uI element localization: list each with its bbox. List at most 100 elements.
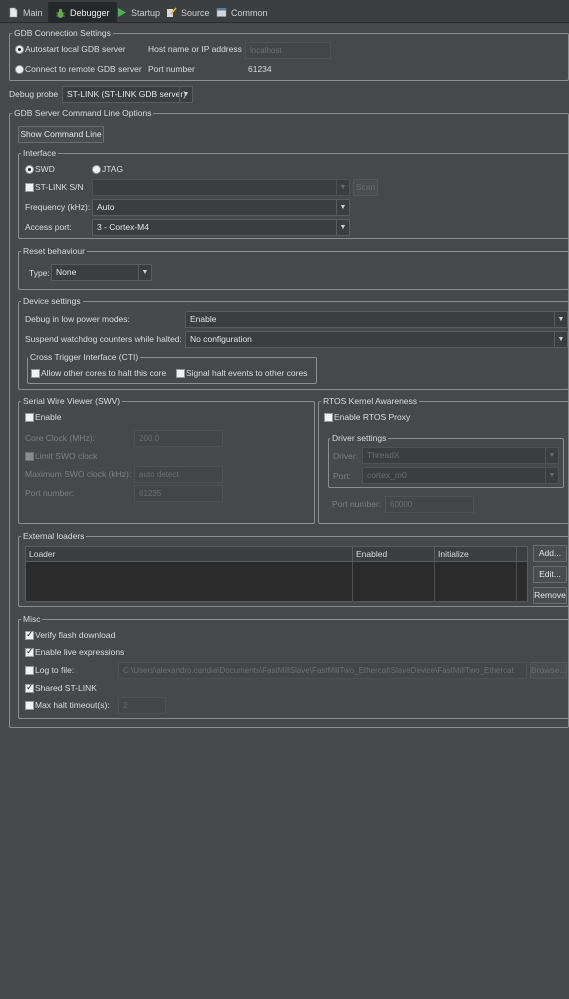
browse-button[interactable]: Browse... bbox=[530, 662, 567, 679]
column-header-enabled[interactable]: Enabled bbox=[353, 547, 435, 562]
core-clock-input[interactable]: 200.0 bbox=[134, 430, 223, 447]
max-halt-checkbox[interactable] bbox=[25, 701, 34, 710]
autostart-label: Autostart local GDB server bbox=[25, 44, 126, 54]
tab-bar: Main Debugger Startup Source Common bbox=[0, 0, 569, 23]
tab-source[interactable]: Source bbox=[160, 2, 216, 23]
loaders-table[interactable]: Loader Enabled Initialize bbox=[25, 546, 528, 602]
tab-label: Source bbox=[181, 7, 210, 18]
jtag-radio[interactable] bbox=[92, 165, 101, 174]
cti-allow-checkbox[interactable] bbox=[31, 369, 40, 378]
column-header-loader[interactable]: Loader bbox=[26, 547, 353, 562]
shared-stlink-checkbox[interactable] bbox=[25, 682, 34, 693]
edit-loader-button[interactable]: Edit... bbox=[533, 566, 567, 583]
watchdog-label: Suspend watchdog counters while halted: bbox=[25, 334, 182, 344]
show-command-line-button[interactable]: Show Command Line bbox=[18, 126, 104, 143]
rtos-enable-label: Enable RTOS Proxy bbox=[334, 412, 411, 422]
log-file-input[interactable]: C:\Users\alexandro.candia\Documents\Fast… bbox=[118, 662, 527, 679]
remote-label: Connect to remote GDB server bbox=[25, 64, 142, 74]
source-icon bbox=[166, 7, 177, 18]
rtos-title: RTOS Kernel Awareness bbox=[321, 396, 420, 407]
port-value[interactable]: 61234 bbox=[248, 64, 272, 75]
rtos-port-select[interactable]: cortex_m0 ▼ bbox=[362, 467, 559, 484]
tab-debugger[interactable]: Debugger bbox=[48, 2, 117, 23]
stlink-sn-select[interactable]: ▼ bbox=[92, 179, 350, 196]
swv-port-label: Port number: bbox=[25, 488, 75, 498]
remote-radio[interactable] bbox=[15, 65, 24, 74]
rtos-port-number-input[interactable]: 60000 bbox=[385, 496, 474, 513]
swv-port-input[interactable]: 61235 bbox=[134, 485, 223, 502]
rtos-enable-checkbox[interactable] bbox=[324, 413, 333, 422]
core-clock-label: Core Clock (MHz): bbox=[25, 433, 95, 443]
tab-label: Startup bbox=[131, 7, 161, 18]
tab-label: Debugger bbox=[70, 8, 110, 18]
misc-title: Misc bbox=[21, 614, 43, 625]
verify-flash-checkbox[interactable] bbox=[25, 629, 34, 640]
low-power-select[interactable]: Enable ▼ bbox=[185, 311, 568, 328]
driver-settings-title: Driver settings bbox=[330, 433, 389, 444]
device-settings-title: Device settings bbox=[21, 296, 83, 307]
host-input[interactable]: localhost bbox=[245, 42, 331, 59]
swv-group bbox=[18, 401, 315, 524]
remove-loader-button[interactable]: Remove bbox=[533, 587, 567, 604]
chevron-down-icon: ▼ bbox=[554, 332, 567, 347]
scan-button[interactable]: Scan bbox=[353, 179, 378, 196]
common-icon bbox=[216, 7, 227, 18]
reset-type-value: None bbox=[56, 267, 77, 277]
chevron-down-icon: ▼ bbox=[336, 220, 349, 235]
swv-enable-checkbox[interactable] bbox=[25, 413, 34, 422]
live-expressions-label: Enable live expressions bbox=[35, 647, 125, 657]
driver-select[interactable]: ThreadX ▼ bbox=[362, 447, 559, 464]
cti-title: Cross Trigger Interface (CTI) bbox=[28, 352, 141, 363]
watchdog-select[interactable]: No configuration ▼ bbox=[185, 331, 568, 348]
reset-type-select[interactable]: None ▼ bbox=[51, 264, 152, 281]
jtag-label: JTAG bbox=[102, 164, 124, 174]
debug-probe-select[interactable]: ST-LINK (ST-LINK GDB server) ▼ bbox=[62, 86, 193, 103]
host-label: Host name or IP address bbox=[148, 44, 242, 54]
chevron-down-icon: ▼ bbox=[545, 448, 558, 463]
tab-label: Main bbox=[23, 7, 43, 18]
max-swo-input[interactable]: auto detect bbox=[134, 466, 223, 483]
rtos-port-label: Port: bbox=[333, 471, 351, 481]
chevron-down-icon: ▼ bbox=[545, 468, 558, 483]
cti-signal-label: Signal halt events to other cores bbox=[186, 368, 308, 378]
column-divider bbox=[352, 562, 353, 602]
debug-probe-label: Debug probe bbox=[9, 89, 59, 99]
tab-label: Common bbox=[231, 7, 268, 18]
driver-label: Driver: bbox=[333, 451, 359, 461]
swd-radio[interactable] bbox=[25, 165, 34, 174]
access-port-select[interactable]: 3 - Cortex-M4 ▼ bbox=[92, 219, 350, 236]
stlink-sn-checkbox[interactable] bbox=[25, 183, 34, 192]
swv-enable-label: Enable bbox=[35, 412, 62, 422]
tab-common[interactable]: Common bbox=[210, 2, 274, 23]
gdb-connection-title: GDB Connection Settings bbox=[12, 28, 113, 39]
cti-signal-checkbox[interactable] bbox=[176, 369, 185, 378]
max-halt-label: Max halt timeout(s): bbox=[35, 700, 110, 710]
low-power-label: Debug in low power modes: bbox=[25, 314, 130, 324]
access-port-label: Access port: bbox=[25, 222, 72, 232]
autostart-radio[interactable] bbox=[15, 45, 24, 54]
swv-title: Serial Wire Viewer (SWV) bbox=[21, 396, 123, 407]
cti-allow-label: Allow other cores to halt this core bbox=[41, 368, 167, 378]
chevron-down-icon: ▼ bbox=[336, 200, 349, 215]
tab-startup[interactable]: Startup bbox=[110, 2, 166, 23]
frequency-value: Auto bbox=[97, 202, 115, 212]
log-file-checkbox[interactable] bbox=[25, 666, 34, 675]
limit-swo-checkbox[interactable] bbox=[25, 452, 34, 461]
add-loader-button[interactable]: Add... bbox=[533, 545, 567, 562]
frequency-label: Frequency (kHz): bbox=[25, 202, 91, 212]
column-divider bbox=[516, 562, 517, 602]
chevron-down-icon: ▼ bbox=[336, 180, 349, 195]
shared-stlink-label: Shared ST-LINK bbox=[35, 683, 97, 693]
rtos-port-value: cortex_m0 bbox=[367, 470, 407, 480]
driver-value: ThreadX bbox=[367, 450, 400, 460]
port-label: Port number bbox=[148, 64, 195, 74]
tab-main[interactable]: Main bbox=[2, 2, 49, 23]
chevron-down-icon: ▼ bbox=[138, 265, 151, 280]
frequency-select[interactable]: Auto ▼ bbox=[92, 199, 350, 216]
column-header-initialize[interactable]: Initialize bbox=[435, 547, 517, 562]
column-header-spacer bbox=[517, 547, 528, 562]
log-file-label: Log to file: bbox=[35, 665, 75, 675]
live-expressions-checkbox[interactable] bbox=[25, 646, 34, 657]
max-halt-input[interactable]: 2 bbox=[118, 697, 166, 714]
debug-probe-value: ST-LINK (ST-LINK GDB server) bbox=[67, 89, 187, 99]
